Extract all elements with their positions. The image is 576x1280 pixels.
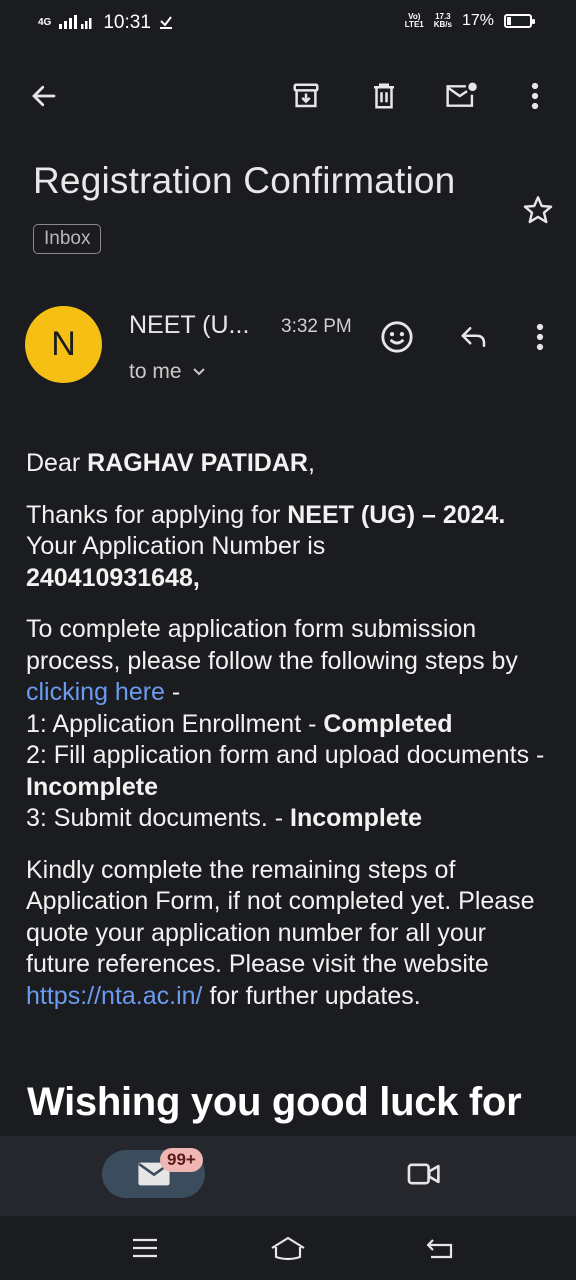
sender-name[interactable]: NEET (U...: [129, 311, 249, 340]
trash-icon: [374, 83, 394, 109]
unread-badge: 99+: [160, 1148, 203, 1172]
video-icon: [407, 1163, 440, 1185]
mark-unread-button[interactable]: [433, 66, 489, 126]
emoji-icon: [381, 321, 413, 353]
recipient-details-toggle[interactable]: to me: [129, 360, 206, 384]
recipient-full-name: RAGHAV PATIDAR: [87, 449, 308, 477]
back-nav-button[interactable]: [418, 1228, 462, 1268]
email-toolbar: [0, 66, 576, 126]
step-3: 3: Submit documents. -: [26, 804, 291, 832]
more-vert-icon: [536, 323, 544, 351]
download-check-icon: [159, 13, 173, 34]
meet-tab[interactable]: [400, 1154, 448, 1194]
reply-button[interactable]: [450, 313, 498, 361]
network-speed: 17.3 KB/s: [433, 12, 452, 29]
network-type: 4G: [38, 17, 52, 28]
menu-icon: [133, 1238, 157, 1258]
delete-button[interactable]: [356, 66, 412, 126]
greeting: Dear RAGHAV PATIDAR,: [26, 449, 315, 477]
step-1-status: Completed: [323, 709, 453, 738]
inbox-label[interactable]: Inbox: [33, 224, 102, 254]
signal-icon: [59, 13, 95, 34]
chevron-down-icon: [192, 368, 205, 376]
clock: 10:31: [103, 12, 151, 33]
bottom-navigation: 99+: [0, 1136, 576, 1216]
home-icon: [271, 1236, 305, 1261]
email-time: 3:32 PM: [281, 316, 352, 337]
recent-apps-button[interactable]: [123, 1228, 167, 1268]
reply-icon: [461, 327, 486, 347]
more-vert-icon: [531, 82, 539, 110]
steps-section: To complete application form submission …: [26, 615, 545, 832]
status-bar: 4G 10:31 Vo) LTE1 17.3 KB/s 17%: [0, 0, 576, 44]
application-number: 240410931648: [26, 563, 193, 592]
exam-name: NEET (UG) – 2024.: [287, 500, 506, 529]
home-button[interactable]: [266, 1228, 310, 1268]
recipient-label: to me: [129, 360, 182, 383]
star-button[interactable]: [518, 190, 558, 230]
email-subject: Registration Confirmation: [33, 160, 456, 201]
add-reaction-button[interactable]: [373, 313, 421, 361]
archive-icon: [293, 83, 319, 108]
star-icon: [523, 196, 553, 224]
more-options-button[interactable]: [507, 66, 563, 126]
clicking-here-link[interactable]: clicking here: [26, 678, 165, 706]
avatar[interactable]: N: [25, 306, 102, 383]
back-icon: [426, 1239, 453, 1259]
battery-percent: 17%: [461, 12, 494, 29]
archive-button[interactable]: [278, 66, 334, 126]
arrow-left-icon: [32, 85, 56, 107]
system-navigation-bar: [0, 1216, 576, 1280]
step-2: 2: Fill application form and upload docu…: [26, 741, 545, 769]
step-2-status: Incomplete: [26, 772, 158, 801]
wish-heading: Wishing you good luck for: [27, 1080, 522, 1124]
closing-paragraph: Kindly complete the remaining steps of A…: [26, 855, 535, 1010]
battery-icon: [504, 14, 535, 28]
mail-unread-icon: [446, 82, 477, 107]
message-more-button[interactable]: [516, 313, 564, 361]
email-body: Dear RAGHAV PATIDAR, Thanks for applying…: [26, 448, 556, 1032]
back-button[interactable]: [16, 66, 72, 126]
application-info: Thanks for applying for NEET (UG) – 2024…: [26, 500, 506, 592]
volte-indicator: Vo) LTE1: [404, 12, 424, 29]
nta-website-link[interactable]: https://nta.ac.in/: [26, 982, 203, 1010]
step-3-status: Incomplete: [290, 804, 422, 832]
step-1: 1: Application Enrollment -: [26, 709, 324, 738]
